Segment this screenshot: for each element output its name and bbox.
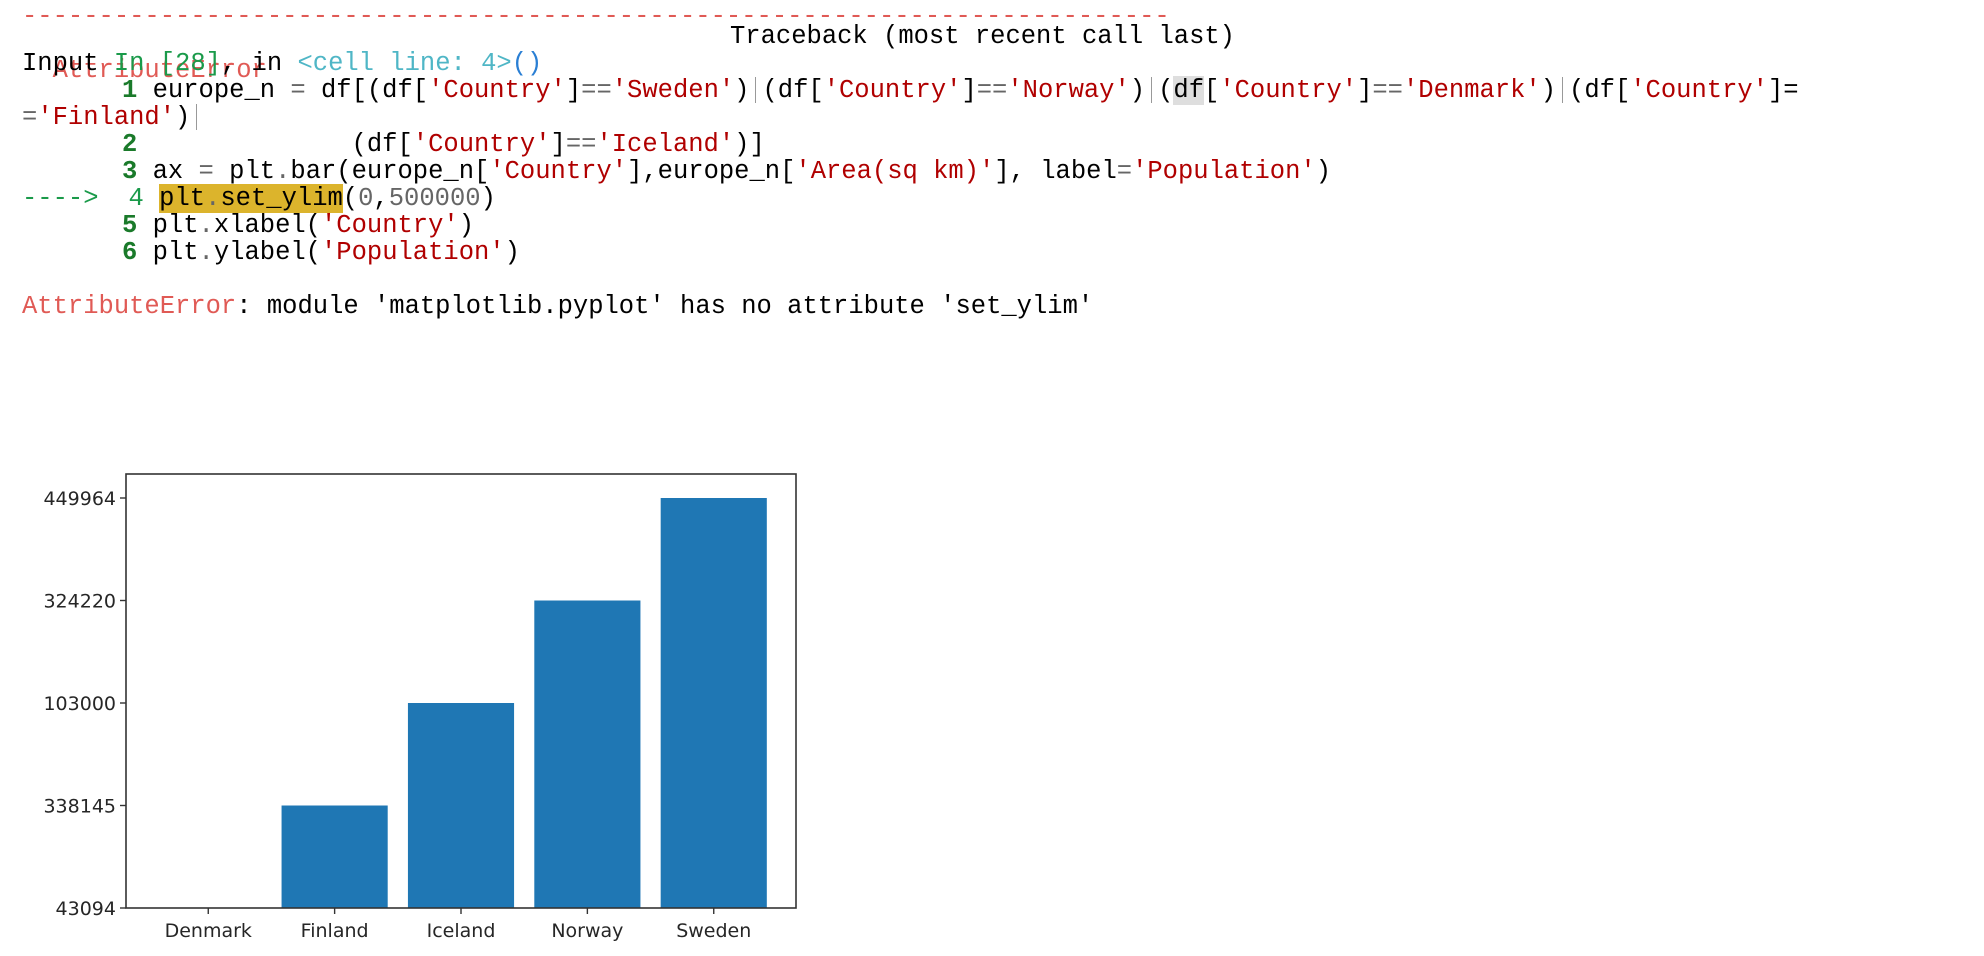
traceback-title: Traceback (most recent call last)	[730, 22, 1235, 51]
x-tick-label: Sweden	[676, 920, 751, 942]
pipe-operator	[755, 77, 757, 104]
plot-area: 43094 338145 103000 324220 449964 Denmark Finl…	[43, 473, 797, 942]
highlighted-token: df	[1173, 76, 1205, 105]
code-line-1: 1 europe_n = df[(df['Country']=='Sweden'…	[122, 76, 1799, 105]
error-type: AttributeError	[22, 292, 237, 321]
bar-finland	[281, 805, 388, 908]
error-text: : module 'matplotlib.pyplot' has no attr…	[236, 292, 1094, 321]
bar-sweden	[660, 498, 767, 908]
pipe-operator	[1562, 77, 1564, 104]
pipe-operator	[1151, 77, 1153, 104]
bar-iceland	[407, 703, 515, 908]
x-tick-label: Norway	[551, 920, 623, 942]
pipe-operator	[196, 104, 198, 131]
code-line-6: 6 plt.ylabel('Population')	[122, 238, 520, 267]
x-tick-label: Denmark	[165, 920, 252, 942]
y-tick-label: 338145	[43, 796, 116, 818]
y-tick-label: 43094	[56, 898, 116, 920]
error-message: AttributeError: module 'matplotlib.pyplo…	[22, 290, 1093, 324]
bar-norway	[534, 600, 641, 908]
y-tick-label: 324220	[43, 591, 116, 613]
bar-chart: 43094 338145 103000 324220 449964 Denmark Finl…	[43, 473, 797, 942]
x-tick-label: Iceland	[427, 920, 496, 942]
y-tick-label: 449964	[43, 488, 116, 510]
x-tick-label: Finland	[301, 920, 369, 942]
y-tick-label: 103000	[43, 693, 116, 715]
